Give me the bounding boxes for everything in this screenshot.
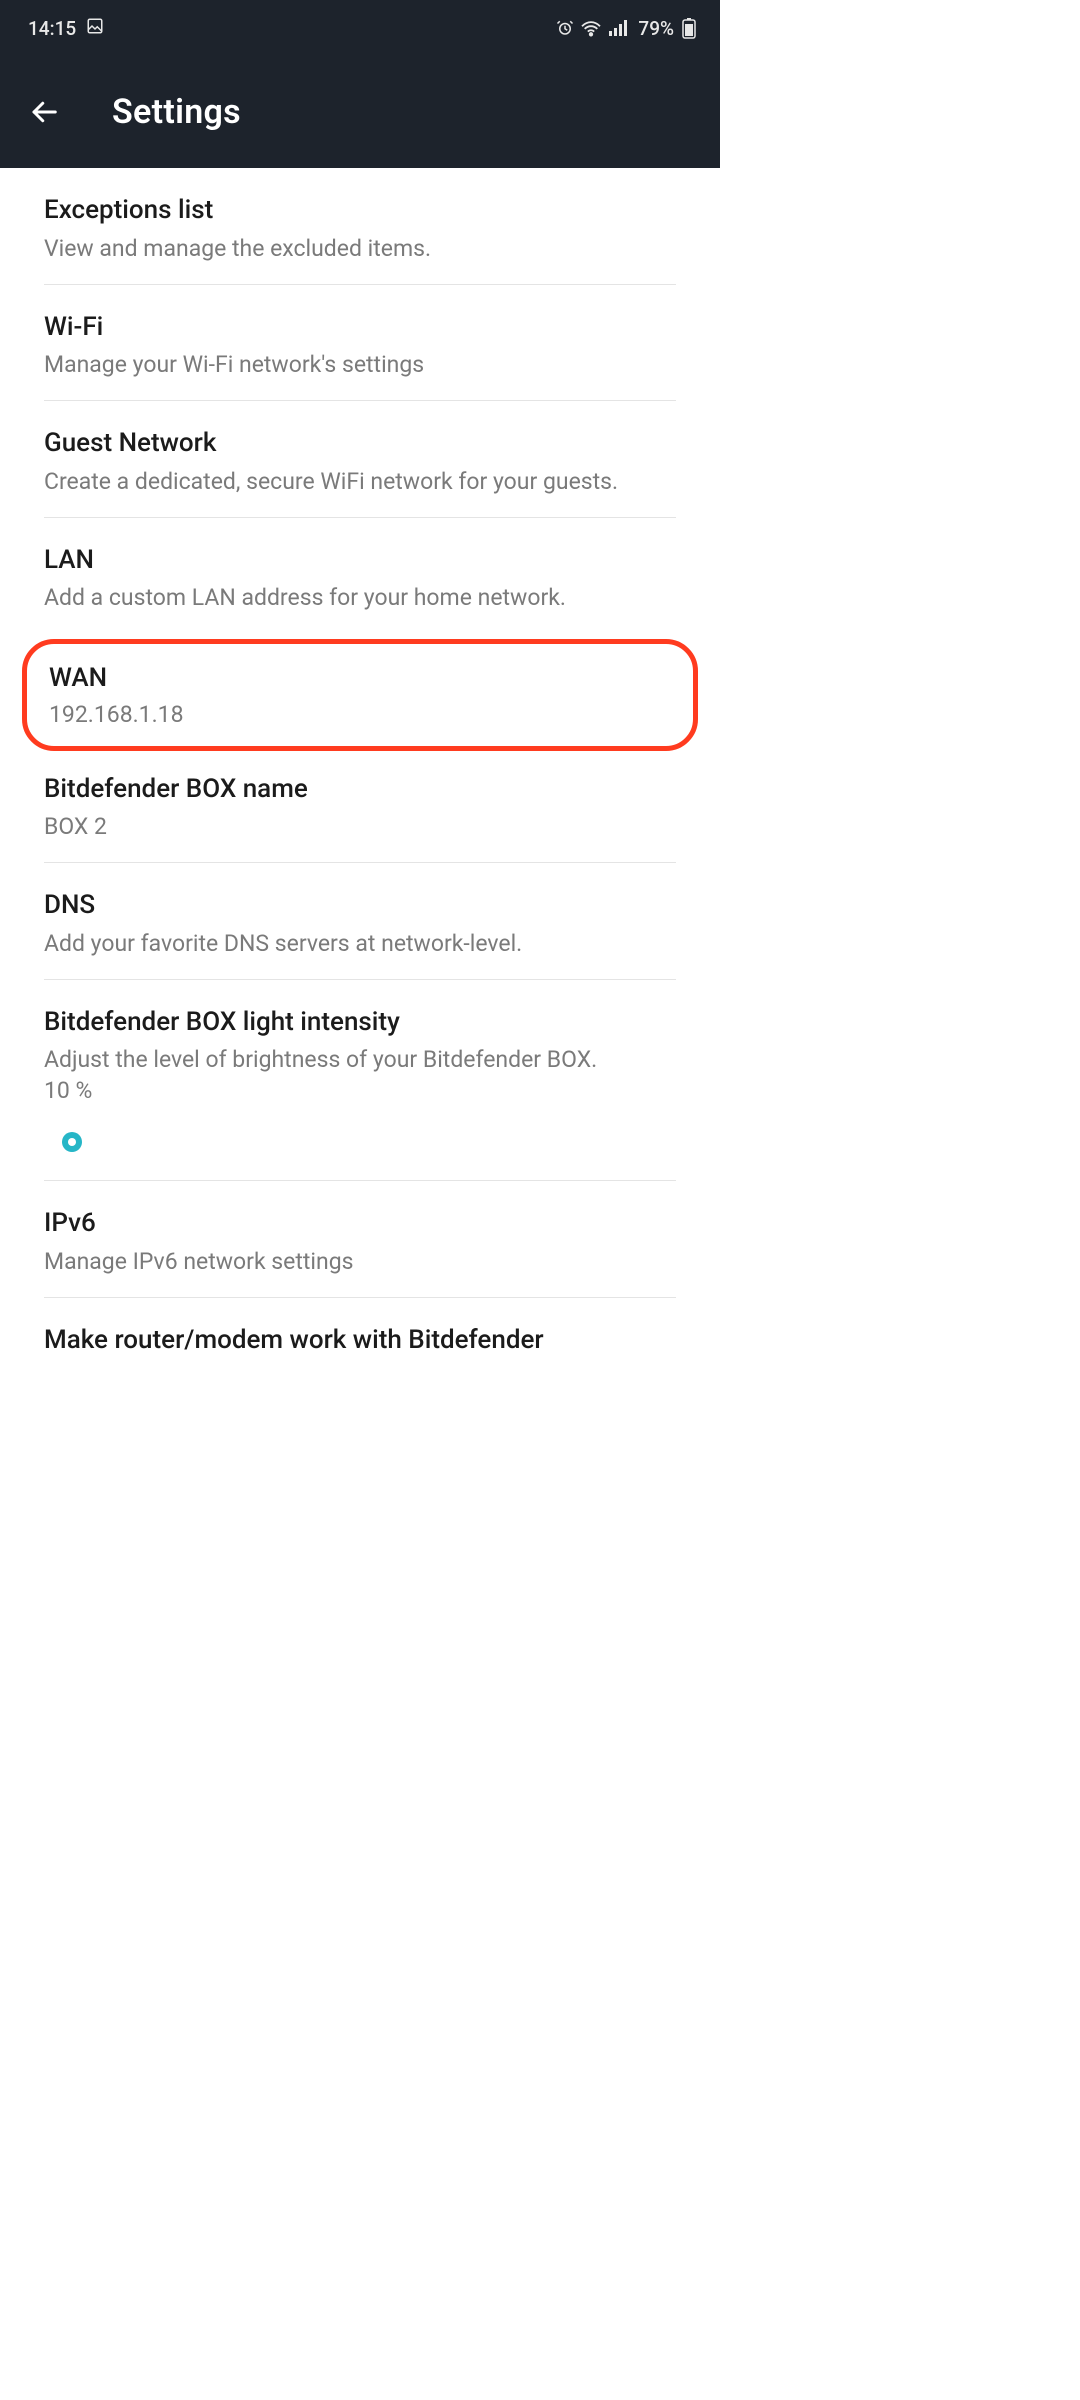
item-title: Bitdefender BOX name (44, 773, 676, 806)
item-subtitle: Add a custom LAN address for your home n… (44, 582, 676, 613)
item-title: Guest Network (44, 427, 676, 460)
item-title: Make router/modem work with Bitdefender (44, 1324, 676, 1357)
picture-icon (86, 17, 104, 40)
light-intensity-value: 10 % (44, 1075, 676, 1106)
status-time: 14:15 (28, 17, 76, 40)
item-ipv6[interactable]: IPv6 Manage IPv6 network settings (44, 1181, 676, 1298)
item-title: Exceptions list (44, 194, 676, 227)
item-subtitle: Adjust the level of brightness of your B… (44, 1044, 676, 1075)
status-left: 14:15 (28, 17, 104, 40)
signal-icon (608, 19, 628, 37)
page-title: Settings (112, 92, 241, 132)
item-title: DNS (44, 889, 676, 922)
item-subtitle: Add your favorite DNS servers at network… (44, 928, 676, 959)
item-title: Wi-Fi (44, 311, 676, 344)
item-exceptions-list[interactable]: Exceptions list View and manage the excl… (44, 168, 676, 285)
battery-percent: 79% (638, 17, 674, 40)
slider-thumb-icon (62, 1132, 82, 1152)
item-wifi[interactable]: Wi-Fi Manage your Wi-Fi network's settin… (44, 285, 676, 402)
item-subtitle: Manage your Wi-Fi network's settings (44, 349, 676, 380)
item-title: Bitdefender BOX light intensity (44, 1006, 676, 1039)
item-subtitle: Create a dedicated, secure WiFi network … (44, 466, 676, 497)
item-wan-highlighted[interactable]: WAN 192.168.1.18 (22, 639, 698, 751)
status-bar: 14:15 79% (0, 0, 720, 56)
wifi-icon (580, 19, 602, 37)
item-subtitle: Manage IPv6 network settings (44, 1246, 676, 1277)
item-router-modem[interactable]: Make router/modem work with Bitdefender (44, 1298, 676, 1357)
item-subtitle: View and manage the excluded items. (44, 233, 676, 264)
item-subtitle: 192.168.1.18 (49, 699, 671, 730)
back-button[interactable] (24, 92, 64, 132)
battery-icon (682, 17, 696, 39)
item-title: LAN (44, 544, 676, 577)
app-bar: Settings (0, 56, 720, 168)
arrow-left-icon (29, 97, 59, 127)
item-lan[interactable]: LAN Add a custom LAN address for your ho… (44, 518, 676, 634)
item-guest-network[interactable]: Guest Network Create a dedicated, secure… (44, 401, 676, 518)
light-intensity-slider[interactable] (44, 1124, 676, 1160)
item-title: WAN (49, 662, 671, 695)
item-title: IPv6 (44, 1207, 676, 1240)
item-dns[interactable]: DNS Add your favorite DNS servers at net… (44, 863, 676, 980)
item-light-intensity[interactable]: Bitdefender BOX light intensity Adjust t… (44, 980, 676, 1182)
status-right: 79% (556, 17, 696, 40)
alarm-icon (556, 19, 574, 37)
settings-list: Exceptions list View and manage the excl… (0, 168, 720, 1356)
item-subtitle: BOX 2 (44, 811, 676, 842)
item-box-name[interactable]: Bitdefender BOX name BOX 2 (44, 753, 676, 864)
